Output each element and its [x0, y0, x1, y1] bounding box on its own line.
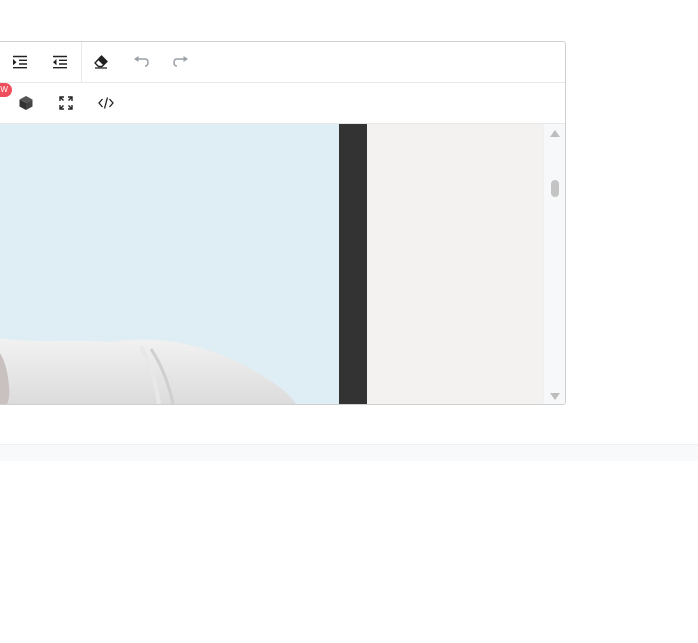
rich-text-editor: EW [0, 41, 566, 405]
content-scrollbar[interactable] [543, 124, 565, 404]
redo-icon [173, 56, 188, 67]
footer-band [0, 444, 698, 461]
outdent-icon [53, 55, 67, 69]
toolbar-row-2: EW [0, 83, 565, 124]
scroll-up-arrow-icon[interactable] [550, 130, 560, 137]
dark-strip [339, 124, 367, 404]
scroll-down-arrow-icon[interactable] [550, 393, 560, 400]
scroll-thumb[interactable] [551, 180, 559, 197]
undo-button[interactable] [128, 50, 154, 74]
indent-icon [13, 55, 27, 69]
side-panel [367, 124, 543, 404]
content-image [0, 124, 339, 404]
eraser-icon [94, 55, 108, 69]
code-view-icon [98, 97, 114, 109]
clear-format-button[interactable] [88, 50, 114, 74]
fullscreen-icon [59, 96, 73, 110]
fullscreen-button[interactable] [53, 91, 79, 115]
undo-icon [134, 56, 149, 67]
editor-content[interactable] [0, 124, 543, 404]
new-badge: EW [0, 83, 12, 97]
outdent-button[interactable] [47, 50, 73, 74]
insert-3d-button[interactable] [13, 91, 39, 115]
code-view-button[interactable] [93, 91, 119, 115]
toolbar-row-1 [0, 42, 565, 83]
photo-figure [0, 338, 296, 404]
indent-button[interactable] [7, 50, 33, 74]
redo-button[interactable] [168, 50, 194, 74]
3d-box-icon [19, 96, 33, 110]
toolbar-divider [81, 42, 82, 82]
